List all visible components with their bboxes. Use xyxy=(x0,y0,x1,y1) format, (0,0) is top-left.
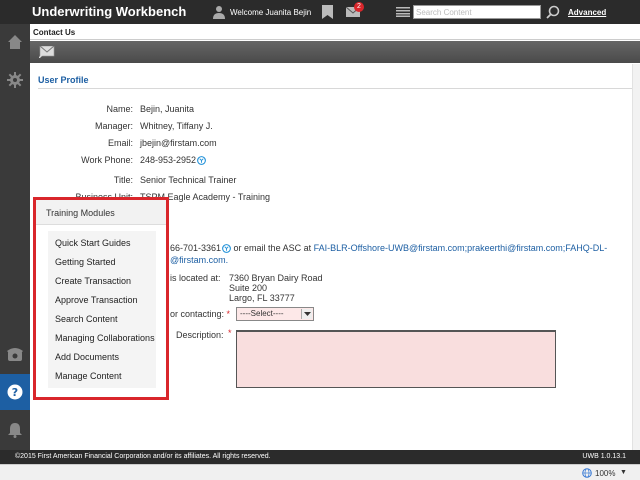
rail-home-button[interactable] xyxy=(0,24,30,60)
address-label: is located at: xyxy=(170,273,221,283)
chevron-down-icon xyxy=(301,309,312,319)
training-modules-header: Training Modules xyxy=(36,200,166,225)
footer: ©2015 First American Financial Corporati… xyxy=(0,450,640,464)
description-label: Description: xyxy=(176,330,224,340)
page-header: Contact Us xyxy=(30,24,640,40)
support-phone: 66-701-3361 xyxy=(170,243,222,253)
section-title: User Profile xyxy=(38,75,89,85)
search-icon[interactable] xyxy=(546,5,560,19)
section-divider xyxy=(38,88,632,89)
email-label: Email: xyxy=(107,138,133,148)
training-item-getting-started[interactable]: Getting Started xyxy=(55,257,116,267)
rail-help-button[interactable]: ? xyxy=(0,374,30,410)
welcome-text: Welcome Juanita Bejin xyxy=(230,8,312,17)
menu-icon[interactable] xyxy=(396,7,410,17)
support-email-text: or email the ASC at xyxy=(231,243,314,253)
top-bar: Underwriting Workbench Welcome Juanita B… xyxy=(0,0,640,24)
title-value: Senior Technical Trainer xyxy=(140,175,237,185)
version-text: UWB 1.0.13.1 xyxy=(582,453,626,460)
left-rail: ? xyxy=(0,24,30,450)
help-icon: ? xyxy=(7,384,23,400)
required-mark: * xyxy=(226,309,231,319)
work-phone-label: Work Phone: xyxy=(81,155,133,165)
name-value: Bejin, Juanita xyxy=(140,104,195,114)
training-modules-list: Quick Start Guides Getting Started Creat… xyxy=(48,231,156,388)
call-icon[interactable] xyxy=(222,244,231,253)
training-item-add-documents[interactable]: Add Documents xyxy=(55,352,119,362)
support-email-link[interactable]: FAI-BLR-Offshore-UWB@firstam.com;prakeer… xyxy=(314,243,608,253)
support-email-link-cont[interactable]: @firstam.com. xyxy=(170,255,228,265)
name-label: Name: xyxy=(106,104,133,114)
bell-icon xyxy=(8,423,22,438)
home-icon xyxy=(8,35,22,49)
reason-select-value: ----Select---- xyxy=(240,309,284,318)
zoom-dropdown-icon[interactable]: ▼ xyxy=(620,469,627,476)
page-title: Contact Us xyxy=(33,28,76,37)
description-required-mark: * xyxy=(228,328,232,338)
call-icon[interactable] xyxy=(197,156,206,165)
email-value: jbejin@firstam.com xyxy=(140,138,217,148)
advanced-search-link[interactable]: Advanced xyxy=(568,8,606,17)
phone-icon xyxy=(7,348,23,361)
training-item-managing-collaborations[interactable]: Managing Collaborations xyxy=(55,333,155,343)
training-item-search-content[interactable]: Search Content xyxy=(55,314,118,324)
zoom-level[interactable]: 100% xyxy=(595,469,615,478)
training-modules-title: Training Modules xyxy=(46,208,115,218)
reason-label-text: or contacting: xyxy=(170,309,225,319)
browser-status-bar: 100% ▼ xyxy=(0,464,640,480)
mail-count-badge: 2 xyxy=(354,2,364,12)
training-modules-popup: Training Modules Quick Start Guides Gett… xyxy=(33,197,169,400)
work-phone-number: 248-953-2952 xyxy=(140,155,197,165)
rail-settings-button[interactable] xyxy=(0,62,30,98)
app-title: Underwriting Workbench xyxy=(32,4,187,19)
gear-icon xyxy=(7,72,23,88)
training-item-create-transaction[interactable]: Create Transaction xyxy=(55,276,131,286)
description-textarea[interactable] xyxy=(236,330,556,388)
copyright-text: ©2015 First American Financial Corporati… xyxy=(15,453,271,460)
send-mail-icon[interactable] xyxy=(39,46,55,58)
address-line-1: 7360 Bryan Dairy Road xyxy=(229,273,323,283)
manager-label: Manager: xyxy=(94,121,133,131)
address-line-3: Largo, FL 33777 xyxy=(229,293,295,303)
title-label: Title: xyxy=(113,175,133,185)
toolbar xyxy=(30,41,640,63)
training-item-approve-transaction[interactable]: Approve Transaction xyxy=(55,295,138,305)
training-item-manage-content[interactable]: Manage Content xyxy=(55,371,122,381)
vertical-scrollbar[interactable] xyxy=(632,64,640,450)
user-icon[interactable] xyxy=(213,5,225,19)
manager-value: Whitney, Tiffany J. xyxy=(140,121,213,131)
work-phone-value: 248-953-2952 xyxy=(140,155,206,165)
support-phone-line: 66-701-3361 or email the ASC at FAI-BLR-… xyxy=(170,243,607,253)
reason-select[interactable]: ----Select---- xyxy=(236,307,314,321)
reason-label: or contacting: * xyxy=(170,309,230,319)
bookmark-icon[interactable] xyxy=(322,5,333,19)
rail-notifications-button[interactable] xyxy=(0,412,30,448)
rail-contact-button[interactable] xyxy=(0,336,30,372)
training-item-quick-start-guides[interactable]: Quick Start Guides xyxy=(55,238,131,248)
globe-icon xyxy=(582,468,592,478)
svg-text:?: ? xyxy=(12,386,18,399)
search-input[interactable] xyxy=(413,5,541,19)
address-line-2: Suite 200 xyxy=(229,283,268,293)
